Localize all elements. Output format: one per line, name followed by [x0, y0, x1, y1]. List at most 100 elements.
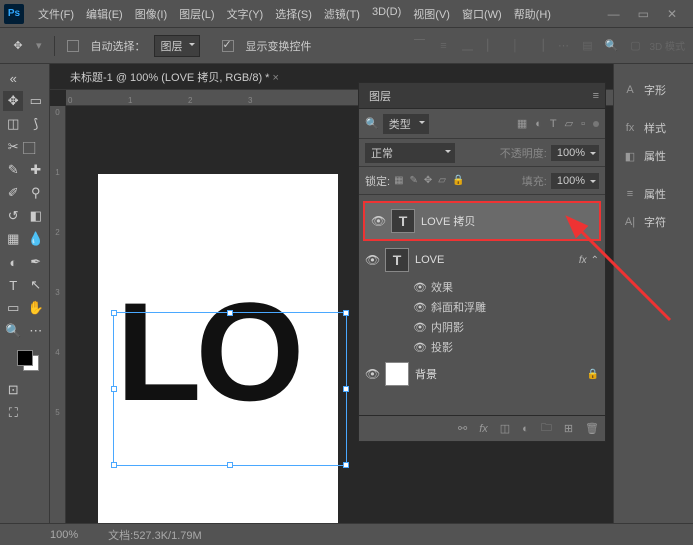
dock-adjustments[interactable]: ≡属性 [618, 180, 689, 208]
link-layers-icon[interactable]: ⚯ [458, 422, 467, 435]
filter-shape-icon[interactable]: ▱ [565, 117, 573, 130]
align-left-icon[interactable]: ▏ [481, 36, 501, 56]
effect-bevel[interactable]: 斜面和浮雕 [431, 299, 486, 315]
quickmask-tool[interactable]: ⊡ [3, 380, 23, 400]
menu-item[interactable]: 滤镜(T) [318, 2, 366, 26]
menu-item[interactable]: 视图(V) [407, 2, 456, 26]
menu-item[interactable]: 窗口(W) [456, 2, 508, 26]
filter-search-icon[interactable]: 🔍 [365, 117, 379, 130]
filter-adjust-icon[interactable]: ◐ [535, 118, 542, 130]
effect-drop-shadow[interactable]: 投影 [431, 339, 453, 355]
eraser-tool[interactable]: ◧ [26, 206, 46, 226]
filter-type-icon[interactable]: T [550, 118, 557, 130]
menu-item[interactable]: 图像(I) [129, 2, 173, 26]
delete-layer-icon[interactable]: 🗑 [585, 422, 599, 435]
path-tool[interactable]: ↖ [26, 275, 46, 295]
new-group-icon[interactable]: 🗀 [541, 419, 552, 438]
shape-tool[interactable]: ▭ [3, 298, 23, 318]
transform-bounding-box[interactable] [113, 312, 347, 466]
handle-bottom-left[interactable] [111, 462, 117, 468]
close-tab-icon[interactable]: × [273, 72, 279, 84]
visibility-icon[interactable]: 👁 [413, 341, 425, 354]
menu-item[interactable]: 选择(S) [269, 2, 318, 26]
more-icon[interactable]: ⋯ [553, 36, 573, 56]
lock-all-icon[interactable]: 🔒 [452, 175, 464, 186]
align-top-icon[interactable]: ⎺ [409, 36, 429, 56]
stamp-tool[interactable]: ⚲ [26, 183, 46, 203]
minimize-button[interactable]: ― [608, 7, 620, 21]
blur-tool[interactable]: 💧 [26, 229, 46, 249]
handle-bottom[interactable] [227, 462, 233, 468]
auto-select-target[interactable]: 图层 [154, 35, 200, 57]
type-tool[interactable]: T [3, 275, 23, 295]
opacity-value[interactable]: 100% [551, 145, 599, 161]
layer-love[interactable]: 👁 T LOVE fx ⌃ [359, 243, 605, 277]
layers-tab[interactable]: 图层 [369, 88, 391, 104]
screenmode-tool[interactable]: ⛶ [3, 403, 23, 423]
fill-value[interactable]: 100% [551, 173, 599, 189]
move-tool[interactable]: ✥ [3, 91, 23, 111]
visibility-icon[interactable]: 👁 [413, 301, 425, 314]
menu-item[interactable]: 帮助(H) [508, 2, 557, 26]
align-hmid-icon[interactable]: │ [505, 36, 525, 56]
filter-toggle[interactable] [593, 121, 599, 127]
menu-item[interactable]: 文件(F) [32, 2, 80, 26]
zoom-tool[interactable]: 🔍 [3, 321, 23, 341]
collapse-icon[interactable]: « [3, 68, 23, 88]
handle-left[interactable] [111, 386, 117, 392]
visibility-icon[interactable]: 👁 [371, 214, 385, 228]
eyedropper-tool[interactable]: ✎ [3, 160, 23, 180]
new-layer-icon[interactable]: ⊞ [564, 422, 573, 435]
align-bottom-icon[interactable]: ⎽ [457, 36, 477, 56]
heal-tool[interactable]: ✚ [26, 160, 46, 180]
zoom-level[interactable]: 100% [50, 529, 78, 541]
menu-item[interactable]: 编辑(E) [80, 2, 129, 26]
marquee-tool[interactable]: ◫ [3, 114, 23, 134]
visibility-icon[interactable]: 👁 [413, 281, 425, 294]
crop-tool[interactable]: ✂ [3, 137, 23, 157]
visibility-icon[interactable]: 👁 [413, 321, 425, 334]
filter-pixel-icon[interactable]: ▦ [517, 117, 527, 130]
close-button[interactable]: ✕ [667, 7, 677, 21]
auto-select-checkbox[interactable] [67, 40, 79, 52]
history-brush-tool[interactable]: ↺ [3, 206, 23, 226]
gradient-tool[interactable]: ▦ [3, 229, 23, 249]
menu-item[interactable]: 文字(Y) [221, 2, 270, 26]
maximize-button[interactable]: ▭ [638, 7, 649, 21]
layer-background[interactable]: 👁 背景 🔒 [359, 357, 605, 391]
filter-smart-icon[interactable]: ▫ [581, 118, 585, 130]
pen-tool[interactable]: ✒ [26, 252, 46, 272]
menu-item[interactable]: 图层(L) [173, 2, 220, 26]
lock-artboard-icon[interactable]: ▱ [438, 175, 446, 186]
dodge-tool[interactable]: ◐ [3, 252, 23, 272]
dock-properties[interactable]: ◧属性 [618, 142, 689, 170]
menu-item[interactable]: 3D(D) [366, 2, 407, 26]
lasso-tool[interactable]: ⟆ [26, 114, 46, 134]
lock-position-icon[interactable]: ✎ [410, 175, 418, 186]
edit-toolbar[interactable]: ⋯ [26, 321, 46, 341]
layer-love-copy[interactable]: 👁 T LOVE 拷贝 [365, 203, 599, 239]
handle-top-left[interactable] [111, 310, 117, 316]
effect-inner-shadow[interactable]: 内阴影 [431, 319, 464, 335]
foreground-color[interactable] [17, 350, 33, 366]
visibility-icon[interactable]: 👁 [365, 253, 379, 267]
lock-pixels-icon[interactable]: ▦ [394, 175, 403, 186]
align-vmid-icon[interactable]: ≡ [433, 36, 453, 56]
align-right-icon[interactable]: ▕ [529, 36, 549, 56]
dock-styles[interactable]: fx样式 [618, 114, 689, 142]
dock-glyphs[interactable]: A字形 [618, 76, 689, 104]
blend-mode-dropdown[interactable]: 正常 [365, 143, 455, 163]
filter-type-dropdown[interactable]: 类型 [383, 114, 429, 134]
artboard-tool[interactable]: ▭ [26, 91, 46, 111]
workspace-icon[interactable]: ▢ [625, 36, 645, 56]
add-fill-icon[interactable]: ◐ [522, 423, 529, 435]
handle-top[interactable] [227, 310, 233, 316]
frame-tool[interactable]: ⃞ [26, 137, 46, 157]
panel-menu-icon[interactable]: ≡ [593, 90, 599, 102]
brush-tool[interactable]: ✐ [3, 183, 23, 203]
chevron-down-icon[interactable]: ⌃ [591, 255, 599, 266]
add-mask-icon[interactable]: ◫ [500, 422, 510, 435]
dock-character[interactable]: A|字符 [618, 208, 689, 236]
hand-tool[interactable]: ✋ [26, 298, 46, 318]
handle-bottom-right[interactable] [343, 462, 349, 468]
